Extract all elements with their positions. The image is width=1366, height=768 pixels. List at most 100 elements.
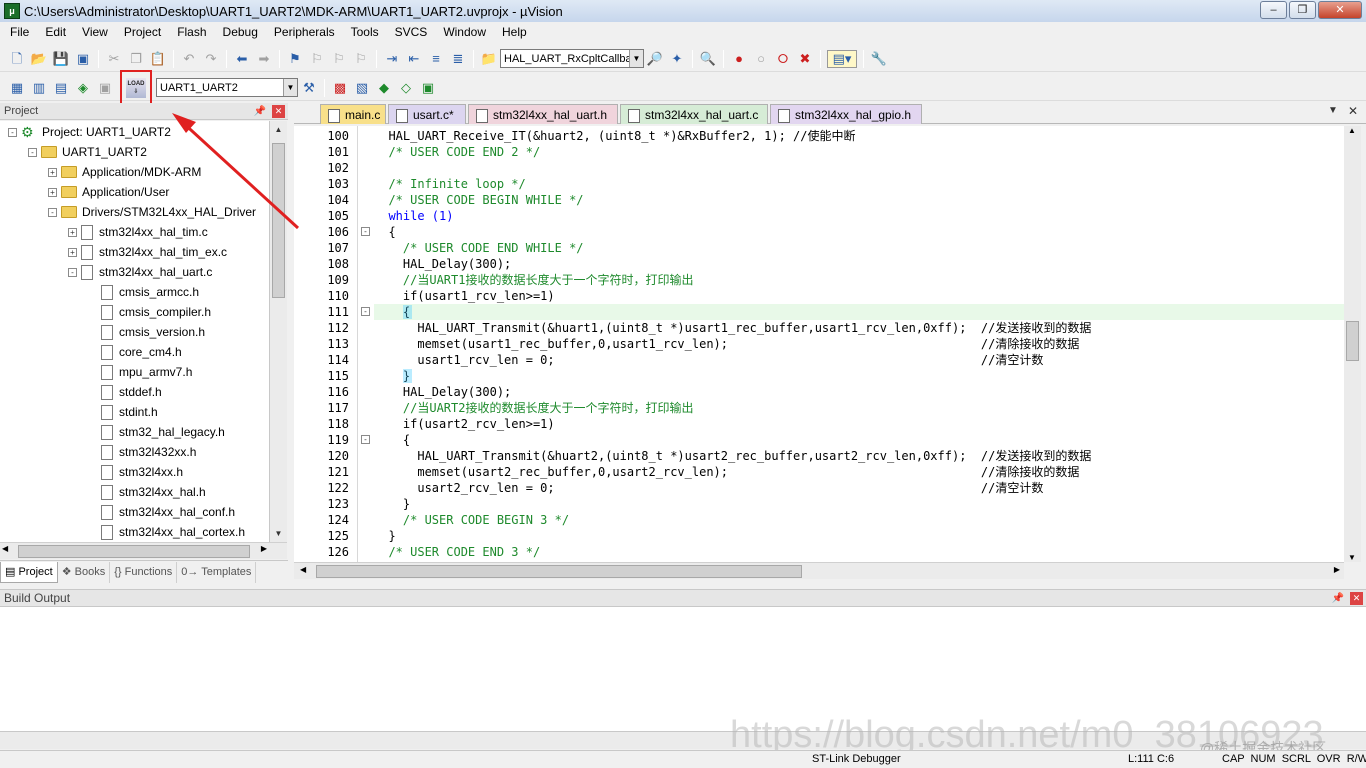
maximize-button[interactable]: ❐ <box>1289 1 1316 19</box>
open-file-icon[interactable]: 📂 <box>30 50 48 68</box>
menu-debug[interactable]: Debug <box>215 22 266 43</box>
tab-project[interactable]: ▤ Project <box>0 561 58 583</box>
collapse-icon[interactable]: - <box>48 207 57 217</box>
comment-icon[interactable]: ≡ <box>427 50 445 68</box>
tree-item[interactable]: stddef.h <box>88 382 162 402</box>
unindent-icon[interactable]: ⇤ <box>405 50 423 68</box>
download-load-button[interactable]: LOAD ⇩ <box>120 69 152 106</box>
editor-tab-usart-c[interactable]: usart.c* <box>388 104 466 124</box>
fold-collapse-icon[interactable]: - <box>361 227 370 236</box>
menu-svcs[interactable]: SVCS <box>387 22 436 43</box>
scrollbar-thumb[interactable] <box>18 545 250 558</box>
scroll-left-icon[interactable]: ◀ <box>300 565 306 574</box>
configuration-wrench-icon[interactable]: 🔧 <box>870 50 888 68</box>
menu-project[interactable]: Project <box>116 22 169 43</box>
menu-flash[interactable]: Flash <box>169 22 214 43</box>
scroll-down-icon[interactable]: ▼ <box>270 525 287 542</box>
menu-help[interactable]: Help <box>494 22 535 43</box>
tree-item[interactable]: stm32l432xx.h <box>88 442 196 462</box>
code-horizontal-scrollbar[interactable]: ◀ ▶ <box>294 562 1344 579</box>
fold-collapse-icon[interactable]: - <box>361 435 370 444</box>
project-tree-hscrollbar[interactable]: ◀ ▶ <box>0 542 287 559</box>
rebuild-icon[interactable]: ▤ <box>52 79 70 97</box>
tree-item[interactable]: stm32l4xx_hal.h <box>88 482 206 502</box>
redo-icon[interactable]: ↷ <box>202 50 220 68</box>
tree-item[interactable]: + stm32l4xx_hal_tim_ex.c <box>68 242 227 262</box>
expand-icon[interactable]: + <box>68 227 77 237</box>
tab-functions[interactable]: {} Functions <box>110 561 178 583</box>
tree-item[interactable]: core_cm4.h <box>88 342 182 362</box>
breakpoint-icon[interactable]: ● <box>730 50 748 68</box>
collapse-icon[interactable]: - <box>28 147 37 157</box>
manage-rte-icon[interactable]: ◆ <box>375 79 393 97</box>
menu-edit[interactable]: Edit <box>37 22 74 43</box>
project-tree-scrollbar[interactable]: ▲ ▼ <box>270 121 287 542</box>
tree-item[interactable]: cmsis_compiler.h <box>88 302 211 322</box>
save-all-icon[interactable]: ▣ <box>74 50 92 68</box>
expand-icon[interactable]: + <box>48 187 57 197</box>
scroll-up-icon[interactable]: ▲ <box>1348 126 1356 135</box>
scrollbar-thumb[interactable] <box>316 565 802 578</box>
tree-item[interactable]: stm32_hal_legacy.h <box>88 422 225 442</box>
find-in-files-icon[interactable]: 📁 <box>480 50 498 68</box>
incremental-find-icon[interactable]: ✦ <box>668 50 686 68</box>
tree-item[interactable]: stm32l4xx_hal_cortex.h <box>88 522 245 542</box>
scrollbar-thumb[interactable] <box>272 143 285 298</box>
target-options-icon[interactable]: ⚒ <box>300 79 318 97</box>
editor-tab-main-c[interactable]: main.c <box>320 104 386 124</box>
tree-item[interactable]: cmsis_version.h <box>88 322 205 342</box>
disable-all-breakpoints-icon[interactable]: ⭘ <box>774 50 792 68</box>
tree-item[interactable]: + stm32l4xx_hal_tim.c <box>68 222 208 242</box>
cube-icon[interactable]: ▣ <box>419 79 437 97</box>
tree-item[interactable]: stm32l4xx_hal_conf.h <box>88 502 235 522</box>
tree-item[interactable]: stm32l4xx.h <box>88 462 183 482</box>
debug-session-icon[interactable]: 🔍 <box>699 50 717 68</box>
pin-icon[interactable]: 📌 <box>1332 590 1344 607</box>
tree-item[interactable]: mpu_armv7.h <box>88 362 192 382</box>
menu-peripherals[interactable]: Peripherals <box>266 22 343 43</box>
tree-item[interactable]: - ⚙ Project: UART1_UART2 <box>8 122 171 142</box>
paste-icon[interactable]: 📋 <box>149 50 167 68</box>
scroll-right-icon[interactable]: ▶ <box>261 544 267 553</box>
scroll-left-icon[interactable]: ◀ <box>2 544 8 553</box>
editor-tab-hal-uart-h[interactable]: stm32l4xx_hal_uart.h <box>468 104 618 124</box>
close-tab-icon[interactable]: ✕ <box>1348 104 1358 118</box>
editor-tab-hal-gpio-h[interactable]: stm32l4xx_hal_gpio.h <box>770 104 922 124</box>
pin-icon[interactable]: 📌 <box>254 103 266 120</box>
function-combo[interactable]: HAL_UART_RxCpltCallbac ▼ <box>500 49 644 68</box>
chevron-down-icon[interactable]: ▼ <box>283 79 297 96</box>
close-panel-icon[interactable]: ✕ <box>1350 592 1363 605</box>
select-packs-icon[interactable]: ▧ <box>353 79 371 97</box>
menu-window[interactable]: Window <box>435 22 494 43</box>
collapse-icon[interactable]: - <box>8 127 17 137</box>
scroll-up-icon[interactable]: ▲ <box>270 121 287 138</box>
copy-icon[interactable]: ❐ <box>127 50 145 68</box>
tree-item[interactable]: - UART1_UART2 <box>28 142 147 162</box>
next-bookmark-icon[interactable]: ⚐ <box>330 50 348 68</box>
menu-file[interactable]: File <box>2 22 37 43</box>
chevron-down-icon[interactable]: ▼ <box>629 50 643 67</box>
uncomment-icon[interactable]: ≣ <box>449 50 467 68</box>
clear-bookmarks-icon[interactable]: ⚐ <box>352 50 370 68</box>
save-icon[interactable]: 💾 <box>52 50 70 68</box>
tab-books[interactable]: ❖ Books <box>58 561 111 583</box>
tree-item[interactable]: stdint.h <box>88 402 158 422</box>
indent-icon[interactable]: ⇥ <box>383 50 401 68</box>
close-panel-icon[interactable]: ✕ <box>272 105 285 118</box>
undo-icon[interactable]: ↶ <box>180 50 198 68</box>
tree-item[interactable]: + Application/User <box>48 182 169 202</box>
editor-tab-hal-uart-c[interactable]: stm32l4xx_hal_uart.c <box>620 104 768 124</box>
prev-bookmark-icon[interactable]: ⚐ <box>308 50 326 68</box>
target-combo[interactable]: UART1_UART2 ▼ <box>156 78 298 97</box>
tab-templates[interactable]: 0→ Templates <box>177 561 257 583</box>
scroll-right-icon[interactable]: ▶ <box>1334 565 1340 574</box>
translate-icon[interactable]: ▦ <box>8 79 26 97</box>
tree-item[interactable]: cmsis_armcc.h <box>88 282 199 302</box>
scrollbar-thumb[interactable] <box>1346 321 1359 361</box>
nav-forward-icon[interactable]: ➡ <box>255 50 273 68</box>
menu-tools[interactable]: Tools <box>343 22 387 43</box>
scroll-down-icon[interactable]: ▼ <box>1348 553 1356 562</box>
collapse-icon[interactable]: - <box>68 267 77 277</box>
build-icon[interactable]: ▥ <box>30 79 48 97</box>
expand-icon[interactable]: + <box>68 247 77 257</box>
